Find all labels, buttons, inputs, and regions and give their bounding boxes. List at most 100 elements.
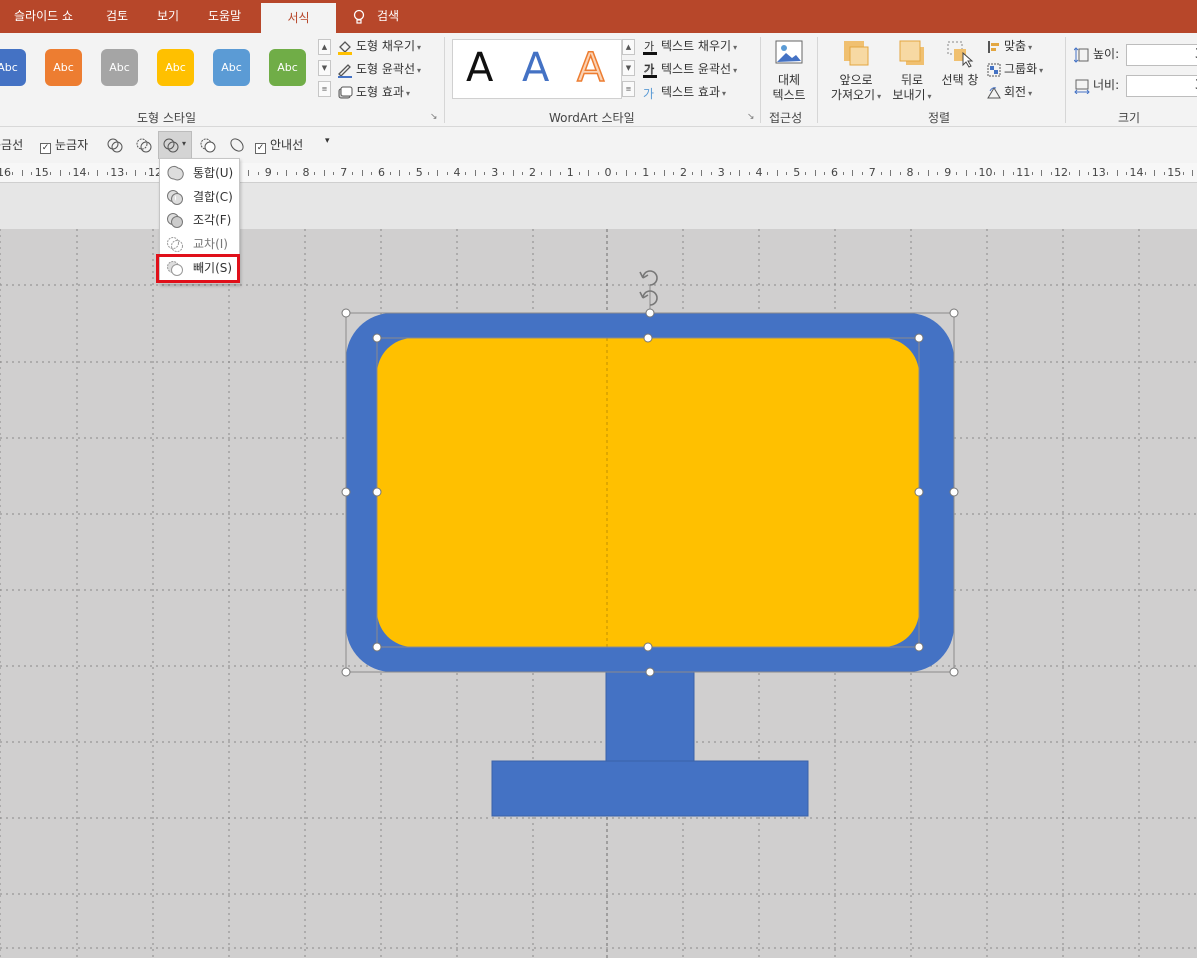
merge-subtract-icon[interactable] bbox=[199, 136, 217, 154]
ruler-tick bbox=[286, 170, 288, 176]
merge-union-icon[interactable] bbox=[106, 136, 124, 154]
send-backward-button[interactable]: 뒤로 보내기 ▾ bbox=[886, 39, 938, 104]
gallery-more[interactable]: ≡ bbox=[318, 81, 331, 97]
ruler-number: 14 bbox=[1129, 166, 1144, 179]
ruler-tick bbox=[503, 171, 505, 175]
ruler-tick bbox=[767, 171, 769, 175]
ruler-checkbox[interactable]: ✓ 눈금자 bbox=[40, 136, 88, 154]
ruler-tick bbox=[295, 171, 297, 175]
ruler-tick bbox=[1107, 171, 1109, 175]
tab-review[interactable]: 검토 bbox=[106, 0, 128, 33]
menu-item-fragment[interactable]: 조각(F) bbox=[164, 209, 236, 231]
tab-slide-show[interactable]: 슬라이드 쇼 bbox=[14, 0, 73, 33]
gallery-scroll-down[interactable]: ▼ bbox=[318, 60, 331, 76]
tab-format[interactable]: 서식 bbox=[261, 3, 336, 33]
menu-item-union[interactable]: 통합(U) bbox=[164, 162, 236, 184]
group-button[interactable]: 그룹화 ▾ bbox=[987, 59, 1043, 79]
rotate-button[interactable]: 회전 ▾ bbox=[987, 82, 1032, 102]
fragment-icon bbox=[167, 213, 183, 228]
ruler-tick bbox=[852, 170, 854, 176]
intersect-icon bbox=[167, 237, 183, 252]
customize-toolbar-icon[interactable]: ▾ bbox=[325, 136, 330, 146]
shape-style-swatch-lightblue[interactable]: Abc bbox=[213, 49, 250, 86]
shape-fill-button[interactable]: 도형 채우기 ▾ bbox=[337, 36, 421, 56]
alt-text-button[interactable]: 대체 텍스트 bbox=[768, 39, 810, 103]
ruler-tick bbox=[446, 171, 448, 175]
wordart-scroll-up[interactable]: ▲ bbox=[622, 39, 635, 55]
wordart-style-orange-outline[interactable]: A bbox=[576, 43, 605, 93]
ruler-tick bbox=[1144, 171, 1146, 175]
menu-item-intersect[interactable]: 교차(I) bbox=[164, 233, 236, 255]
wordart-style-blue[interactable]: A bbox=[522, 43, 549, 93]
shape-outline-button[interactable]: 도형 윤곽선 ▾ bbox=[337, 59, 421, 79]
bring-forward-button[interactable]: 앞으로 가져오기 ▾ bbox=[826, 39, 886, 104]
lightbulb-icon[interactable] bbox=[352, 9, 366, 25]
ruler-tick bbox=[616, 171, 618, 175]
merge-shapes-dropdown-button[interactable]: ▾ bbox=[158, 131, 192, 159]
ruler-number: 13 bbox=[1091, 166, 1106, 179]
shape-style-swatch-orange[interactable]: Abc bbox=[45, 49, 82, 86]
shape-effects-icon bbox=[338, 86, 353, 98]
ruler-tick bbox=[663, 170, 665, 176]
ruler-tick bbox=[21, 170, 23, 176]
ruler-tick bbox=[333, 171, 335, 175]
rotate-handle-icon[interactable] bbox=[639, 270, 658, 306]
ruler-tick bbox=[125, 171, 127, 175]
guides-checkbox[interactable]: ✓ 안내선 bbox=[255, 136, 303, 154]
ruler-tick bbox=[937, 171, 939, 175]
shape-styles-launcher-icon[interactable]: ↘ bbox=[430, 112, 438, 122]
text-outline-button[interactable]: 가 텍스트 윤곽선 ▾ bbox=[642, 59, 737, 79]
ruler-tick bbox=[691, 171, 693, 175]
height-input[interactable]: 3 bbox=[1126, 44, 1197, 66]
wordart-launcher-icon[interactable]: ↘ bbox=[747, 112, 755, 122]
ruler-tick bbox=[918, 171, 920, 175]
merge-intersect-icon[interactable] bbox=[135, 136, 153, 154]
ruler-tick bbox=[69, 171, 71, 175]
ruler-tick bbox=[399, 170, 401, 176]
slide-canvas[interactable] bbox=[0, 229, 1197, 958]
ruler-tick bbox=[550, 170, 552, 176]
ruler-number: 13 bbox=[110, 166, 125, 179]
ruler-number: 14 bbox=[72, 166, 87, 179]
ruler-tick bbox=[314, 171, 316, 175]
text-effects-button[interactable]: 가 텍스트 효과 ▾ bbox=[642, 82, 726, 102]
tab-help[interactable]: 도움말 bbox=[208, 0, 241, 33]
shape-effects-button[interactable]: 도형 효과 ▾ bbox=[337, 82, 410, 102]
ruler-number: 4 bbox=[755, 166, 763, 179]
shape-style-swatch-gray[interactable]: Abc bbox=[101, 49, 138, 86]
monitor-base-shape[interactable] bbox=[491, 760, 809, 817]
shape-style-swatch-gold[interactable]: Abc bbox=[157, 49, 194, 86]
search-label[interactable]: 검색 bbox=[377, 0, 399, 33]
ruler-number: 4 bbox=[453, 166, 461, 179]
tab-view[interactable]: 보기 bbox=[157, 0, 179, 33]
text-fill-button[interactable]: 가 텍스트 채우기 ▾ bbox=[642, 36, 737, 56]
ruler-tick bbox=[965, 170, 967, 176]
ruler-tick bbox=[1050, 171, 1052, 175]
wordart-style-black[interactable]: A bbox=[466, 43, 493, 93]
align-button[interactable]: 맞춤 ▾ bbox=[987, 36, 1032, 56]
ruler-number: 0 bbox=[604, 166, 612, 179]
monitor-screen-shape[interactable] bbox=[377, 338, 919, 647]
group-divider bbox=[444, 37, 445, 123]
menu-item-combine[interactable]: 결합(C) bbox=[164, 186, 236, 208]
selection-pane-button[interactable]: 선택 창 bbox=[938, 39, 982, 88]
ruler-tick bbox=[59, 170, 61, 176]
width-input[interactable]: 3 bbox=[1126, 75, 1197, 97]
shape-style-swatch-green[interactable]: Abc bbox=[269, 49, 306, 86]
ruler-tick bbox=[248, 170, 250, 176]
merge-combine-icon[interactable] bbox=[228, 136, 246, 154]
gallery-scroll-up[interactable]: ▲ bbox=[318, 39, 331, 55]
gridlines-label[interactable]: 눈금선 bbox=[0, 136, 23, 153]
wordart-scroll-down[interactable]: ▼ bbox=[622, 60, 635, 76]
ruler-tick bbox=[625, 170, 627, 176]
monitor-neck-shape[interactable] bbox=[605, 671, 695, 763]
shape-style-swatch-blue[interactable]: Abc bbox=[0, 49, 26, 86]
text-fill-icon: 가 bbox=[643, 40, 657, 55]
ruler-tick bbox=[701, 170, 703, 176]
ruler-tick bbox=[427, 171, 429, 175]
svg-text:가: 가 bbox=[643, 87, 654, 101]
ruler-number: 5 bbox=[415, 166, 423, 179]
ruler-tick bbox=[144, 171, 146, 175]
ribbon-tab-bar: 슬라이드 쇼 검토 보기 도움말 서식 검색 bbox=[0, 0, 1197, 33]
wordart-more[interactable]: ≡ bbox=[622, 81, 635, 97]
